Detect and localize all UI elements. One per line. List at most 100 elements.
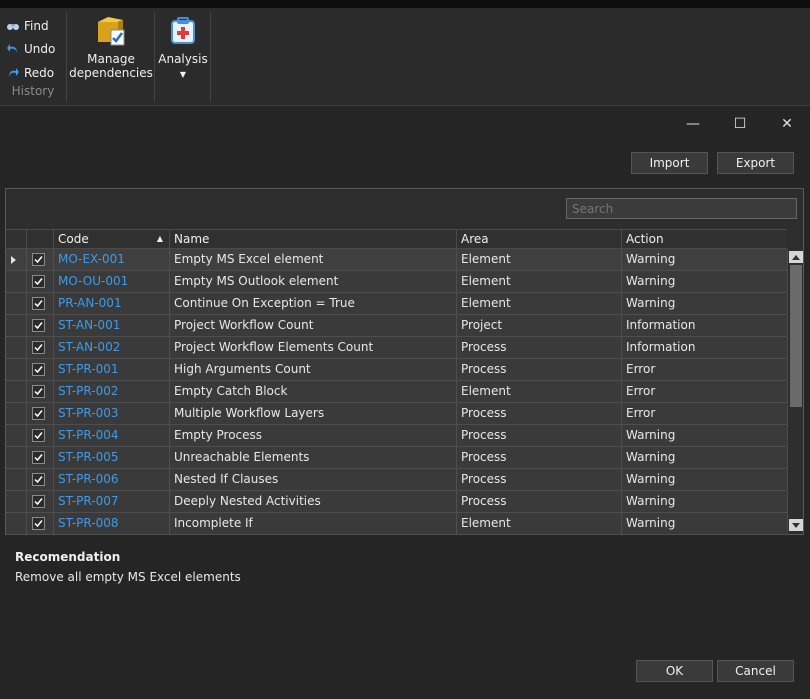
row-checkbox[interactable] bbox=[32, 319, 45, 332]
area-cell: Element bbox=[456, 271, 621, 292]
table-row[interactable]: PR-AN-001 Continue On Exception = True Ele… bbox=[6, 293, 787, 315]
import-button[interactable]: Import bbox=[631, 152, 708, 174]
checkmark-icon bbox=[34, 344, 43, 352]
code-cell[interactable]: ST-PR-003 bbox=[53, 403, 169, 424]
checkmark-icon bbox=[34, 476, 43, 484]
find-label: Find bbox=[24, 19, 49, 33]
grid-header: Code ▲ Name Area Action bbox=[6, 229, 787, 249]
scroll-up-button[interactable] bbox=[789, 251, 803, 263]
chevron-down-icon[interactable]: ▼ bbox=[180, 68, 186, 82]
row-checkbox[interactable] bbox=[32, 495, 45, 508]
minimize-button[interactable]: — bbox=[678, 114, 708, 134]
row-checkbox[interactable] bbox=[32, 253, 45, 266]
name-cell: Incomplete If bbox=[169, 513, 456, 534]
area-cell: Element bbox=[456, 381, 621, 402]
code-cell[interactable]: PR-AN-001 bbox=[53, 293, 169, 314]
header-area[interactable]: Area bbox=[456, 230, 621, 248]
area-cell: Element bbox=[456, 249, 621, 270]
current-row-indicator-icon bbox=[11, 256, 16, 264]
row-checkbox[interactable] bbox=[32, 451, 45, 464]
close-icon: ✕ bbox=[781, 116, 793, 132]
action-cell: Warning bbox=[621, 469, 787, 490]
maximize-icon: ☐ bbox=[733, 116, 747, 132]
row-checkbox[interactable] bbox=[32, 341, 45, 354]
row-checkbox[interactable] bbox=[32, 407, 45, 420]
action-cell: Warning bbox=[621, 491, 787, 512]
checkmark-icon bbox=[34, 322, 43, 330]
action-cell: Warning bbox=[621, 447, 787, 468]
header-name[interactable]: Name bbox=[169, 230, 456, 248]
area-cell: Project bbox=[456, 315, 621, 336]
undo-button[interactable]: Undo bbox=[6, 39, 55, 59]
code-cell[interactable]: MO-OU-001 bbox=[53, 271, 169, 292]
history-group-label: History bbox=[11, 84, 55, 98]
code-cell[interactable]: ST-AN-002 bbox=[53, 337, 169, 358]
table-row[interactable]: ST-PR-005 Unreachable Elements Process Warn… bbox=[6, 447, 787, 469]
code-cell[interactable]: ST-PR-006 bbox=[53, 469, 169, 490]
area-cell: Process bbox=[456, 359, 621, 380]
row-checkbox[interactable] bbox=[32, 429, 45, 442]
area-cell: Process bbox=[456, 447, 621, 468]
find-button[interactable]: Find bbox=[6, 16, 49, 36]
analysis-group: Analysis ▼ bbox=[155, 12, 211, 102]
row-checkbox[interactable] bbox=[32, 473, 45, 486]
area-cell: Element bbox=[456, 513, 621, 534]
checkmark-icon bbox=[34, 410, 43, 418]
code-cell[interactable]: ST-PR-001 bbox=[53, 359, 169, 380]
row-checkbox[interactable] bbox=[32, 517, 45, 530]
export-button[interactable]: Export bbox=[717, 152, 794, 174]
ribbon: Find Undo Redo History Manage dependenci… bbox=[0, 8, 810, 106]
header-action[interactable]: Action bbox=[621, 230, 787, 248]
action-cell: Warning bbox=[621, 249, 787, 270]
action-cell: Warning bbox=[621, 271, 787, 292]
checkmark-icon bbox=[34, 388, 43, 396]
name-cell: High Arguments Count bbox=[169, 359, 456, 380]
maximize-button[interactable]: ☐ bbox=[725, 114, 755, 134]
table-row[interactable]: MO-EX-001 Empty MS Excel element Element Wa… bbox=[6, 249, 787, 271]
header-code-label: Code bbox=[58, 232, 89, 246]
search-input[interactable] bbox=[566, 198, 797, 219]
table-row[interactable]: ST-PR-001 High Arguments Count Process Erro… bbox=[6, 359, 787, 381]
code-cell[interactable]: ST-PR-008 bbox=[53, 513, 169, 534]
action-cell: Warning bbox=[621, 293, 787, 314]
analysis-button[interactable]: Analysis ▼ bbox=[155, 16, 211, 82]
row-checkbox[interactable] bbox=[32, 275, 45, 288]
table-row[interactable]: ST-PR-003 Multiple Workflow Layers Process… bbox=[6, 403, 787, 425]
code-cell[interactable]: ST-PR-005 bbox=[53, 447, 169, 468]
checkmark-icon bbox=[34, 454, 43, 462]
area-cell: Process bbox=[456, 425, 621, 446]
row-checkbox[interactable] bbox=[32, 385, 45, 398]
table-row[interactable]: ST-AN-002 Project Workflow Elements Count… bbox=[6, 337, 787, 359]
table-row[interactable]: MO-OU-001 Empty MS Outlook element Element… bbox=[6, 271, 787, 293]
area-cell: Element bbox=[456, 293, 621, 314]
name-cell: Empty MS Outlook element bbox=[169, 271, 456, 292]
vertical-scrollbar[interactable] bbox=[787, 249, 803, 533]
scroll-up-icon bbox=[792, 254, 800, 260]
table-row[interactable]: ST-PR-008 Incomplete If Element Warning bbox=[6, 513, 787, 535]
header-checkbox-column[interactable] bbox=[26, 230, 53, 248]
row-checkbox[interactable] bbox=[32, 363, 45, 376]
ok-button[interactable]: OK bbox=[636, 660, 713, 682]
table-row[interactable]: ST-PR-006 Nested If Clauses Process Warning bbox=[6, 469, 787, 491]
code-cell[interactable]: MO-EX-001 bbox=[53, 249, 169, 270]
header-code[interactable]: Code ▲ bbox=[53, 230, 169, 248]
manage-dependencies-button[interactable]: Manage dependencies bbox=[67, 16, 155, 80]
code-cell[interactable]: ST-PR-002 bbox=[53, 381, 169, 402]
checkmark-icon bbox=[34, 520, 43, 528]
table-row[interactable]: ST-PR-007 Deeply Nested Activities Process… bbox=[6, 491, 787, 513]
close-button[interactable]: ✕ bbox=[772, 114, 802, 134]
code-cell[interactable]: ST-AN-001 bbox=[53, 315, 169, 336]
row-checkbox[interactable] bbox=[32, 297, 45, 310]
name-cell: Empty Process bbox=[169, 425, 456, 446]
cancel-button[interactable]: Cancel bbox=[717, 660, 794, 682]
name-cell: Empty MS Excel element bbox=[169, 249, 456, 270]
code-cell[interactable]: ST-PR-004 bbox=[53, 425, 169, 446]
action-cell: Error bbox=[621, 381, 787, 402]
table-row[interactable]: ST-PR-004 Empty Process Process Warning bbox=[6, 425, 787, 447]
redo-button[interactable]: Redo bbox=[6, 63, 54, 83]
code-cell[interactable]: ST-PR-007 bbox=[53, 491, 169, 512]
table-row[interactable]: ST-AN-001 Project Workflow Count Project In… bbox=[6, 315, 787, 337]
scroll-thumb[interactable] bbox=[790, 265, 802, 407]
scroll-down-button[interactable] bbox=[789, 519, 803, 531]
table-row[interactable]: ST-PR-002 Empty Catch Block Element Error bbox=[6, 381, 787, 403]
